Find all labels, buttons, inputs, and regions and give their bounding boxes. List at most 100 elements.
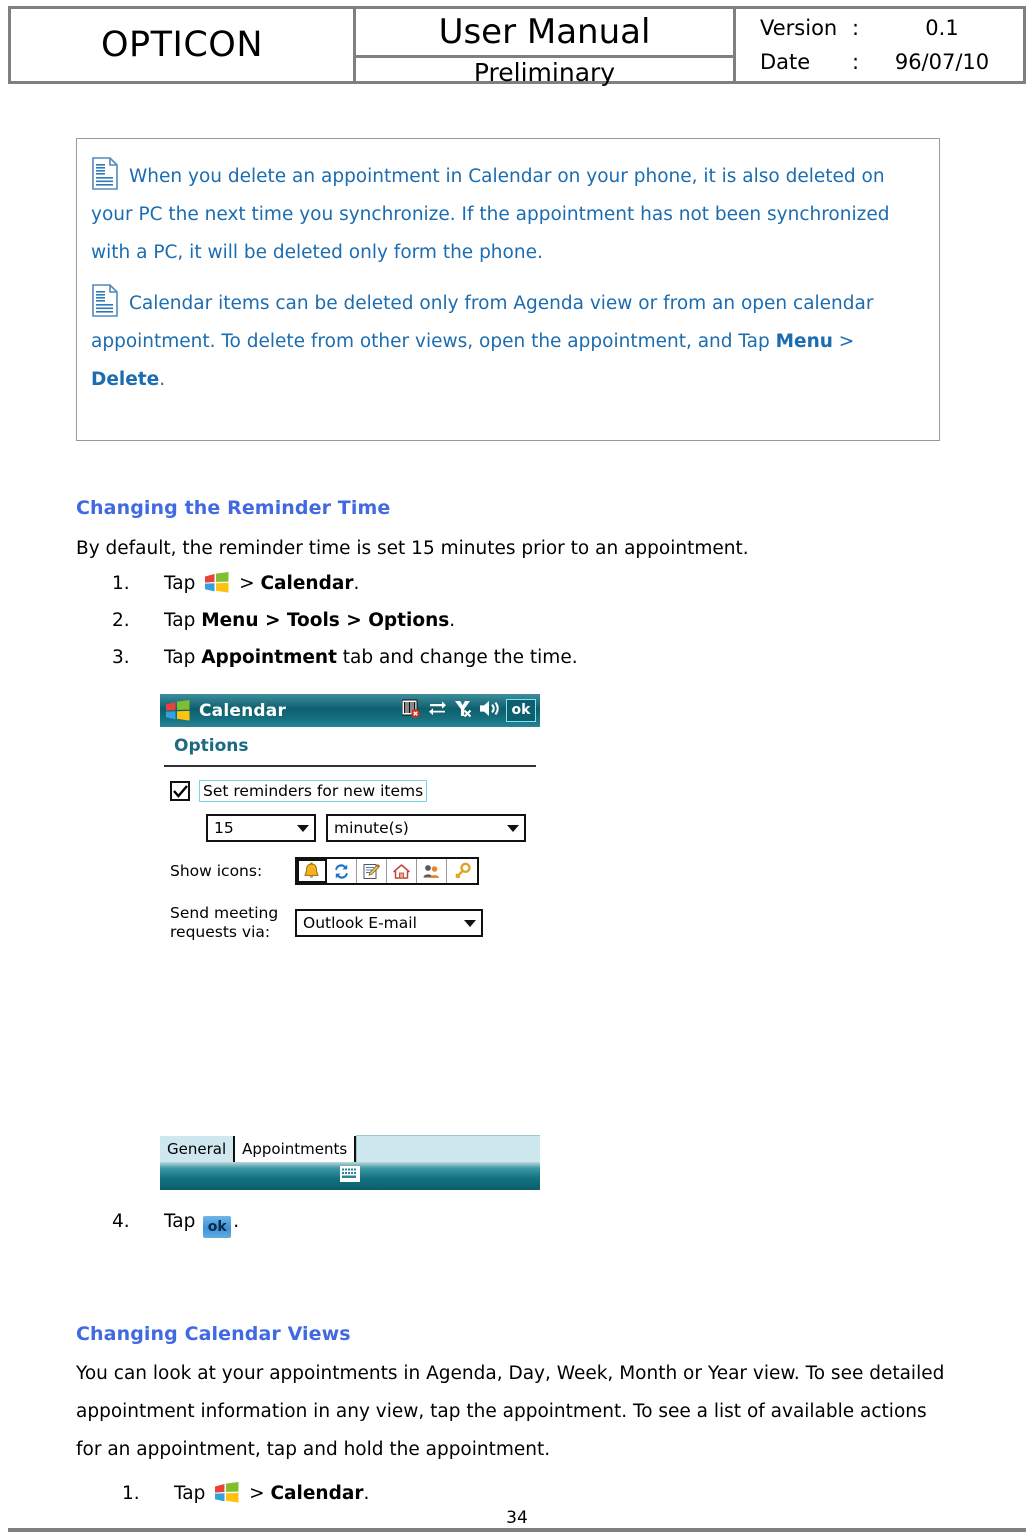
pda-soft-input-bar (160, 1162, 540, 1190)
note-paragraph-2: Calendar items can be deleted only from … (91, 284, 919, 399)
step-text: Tap Menu > Tools > Options. (164, 605, 455, 637)
list-item: 3. Tap Appointment tab and change the ti… (112, 642, 578, 674)
header-date-row: Date : 96/07/10 (760, 45, 1023, 79)
show-icons-label: Show icons: (170, 862, 263, 880)
windows-start-icon (214, 1482, 240, 1504)
pda-show-icons-row: Show icons: (170, 857, 530, 885)
step-prefix: Tap (164, 610, 202, 631)
pda-tab-bar: General Appointments (160, 1134, 540, 1162)
manual-subtitle: Preliminary (473, 58, 616, 87)
send-meeting-label-line1: Send meeting (170, 904, 279, 922)
header-logo-cell: OPTICON (11, 9, 356, 81)
people-icon[interactable] (417, 859, 447, 883)
chevron-down-icon (507, 824, 519, 832)
step-tail: . (353, 573, 360, 594)
recurrence-icon[interactable] (327, 859, 357, 883)
windows-start-icon (204, 572, 230, 594)
step-number: 1. (122, 1483, 140, 1504)
set-reminders-label: Set reminders for new items (199, 780, 428, 802)
section2-step-list: 1. Tap > Calendar. (122, 1478, 369, 1510)
pda-app-title: Calendar (199, 700, 287, 721)
note-paragraph-2-tail: . (159, 369, 166, 390)
step-text: Tap > Calendar. (174, 1478, 369, 1510)
pda-tab-filler (356, 1135, 540, 1162)
windows-start-icon[interactable] (165, 699, 191, 722)
step-prefix: Tap (164, 573, 202, 594)
version-value: 0.1 (925, 16, 959, 40)
step-tail: . (233, 1211, 240, 1232)
note-document-icon (91, 284, 119, 317)
section1-intro-text: By default, the reminder time is set 15 … (76, 538, 749, 559)
note-icon[interactable] (357, 859, 387, 883)
keyboard-sip-icon[interactable] (340, 1166, 360, 1186)
tab-appointments[interactable]: Appointments (235, 1136, 357, 1162)
no-signal-icon[interactable] (454, 700, 472, 722)
bell-icon[interactable] (297, 859, 327, 883)
connectivity-icon[interactable] (428, 700, 447, 721)
list-item: 1. Tap > Calendar. (122, 1478, 369, 1510)
step-text: Tap ok. (164, 1206, 239, 1238)
reminder-unit-dropdown[interactable]: minute(s) (326, 814, 526, 842)
send-meeting-dropdown[interactable]: Outlook E-mail (295, 909, 483, 937)
step-prefix: Tap (174, 1483, 212, 1504)
header-title-cell: User Manual Preliminary (356, 9, 736, 87)
pda-send-meeting-row: Send meeting requests via: Outlook E-mai… (170, 904, 530, 942)
reminder-amount-value: 15 (214, 819, 234, 837)
step-tail: . (363, 1483, 370, 1504)
step-number: 4. (112, 1211, 130, 1232)
date-label: Date (760, 50, 811, 74)
key-icon[interactable] (447, 859, 477, 883)
section2-body-text: You can look at your appointments in Age… (76, 1363, 945, 1460)
step-tail: . (449, 610, 456, 631)
set-reminders-checkbox[interactable] (170, 781, 190, 801)
list-item: 2. Tap Menu > Tools > Options. (112, 605, 578, 637)
tab-general[interactable]: General (160, 1136, 236, 1162)
note-menu-keyword: Menu (775, 331, 833, 352)
note-paragraph-2-lead: Calendar items can be deleted only from … (91, 293, 874, 352)
pda-screenshot-options: Calendar ok Options Set reminders for ne… (160, 694, 540, 1190)
reminder-unit-value: minute(s) (334, 819, 409, 837)
barcode-scanner-disabled-icon[interactable] (401, 699, 421, 722)
step-text: Tap Appointment tab and change the time. (164, 642, 578, 674)
section-heading-calendar-views: Changing Calendar Views (76, 1323, 351, 1345)
step-number: 1. (112, 573, 130, 594)
page-number: 34 (506, 1508, 528, 1528)
version-label: Version (760, 16, 838, 40)
pda-options-form: Set reminders for new items 15 minute(s)… (160, 767, 540, 1115)
step-keyword: Appointment (201, 647, 337, 668)
step-tail: tab and change the time. (336, 647, 578, 668)
note-callout-box: When you delete an appointment in Calend… (76, 138, 940, 441)
step-number: 3. (112, 647, 130, 668)
step-middle: > (233, 573, 261, 594)
version-colon: : (852, 16, 860, 40)
step-keyword: Calendar (260, 573, 354, 594)
date-colon: : (852, 50, 860, 74)
step-prefix: Tap (164, 647, 202, 668)
chevron-down-icon (297, 824, 309, 832)
volume-icon[interactable] (479, 700, 500, 721)
show-icons-strip (295, 857, 479, 885)
footer-divider (8, 1528, 1026, 1532)
send-meeting-value: Outlook E-mail (303, 914, 417, 932)
document-header: OPTICON User Manual Preliminary Version … (8, 6, 1026, 87)
step-middle: > (243, 1483, 271, 1504)
section1-step4-list: 4. Tap ok. (112, 1206, 239, 1238)
pda-ok-button[interactable]: ok (506, 699, 536, 722)
section1-step-list: 1. Tap > Calendar. 2. Tap Menu > Tools >… (112, 568, 578, 674)
reminder-amount-dropdown[interactable]: 15 (206, 814, 316, 842)
chevron-down-icon (464, 919, 476, 927)
manual-title: User Manual (356, 9, 733, 58)
list-item: 1. Tap > Calendar. (112, 568, 578, 600)
brand-logo-text: OPTICON (100, 25, 264, 65)
send-meeting-label-line2: requests via: (170, 923, 271, 941)
list-item: 4. Tap ok. (112, 1206, 239, 1238)
ok-button-chip[interactable]: ok (203, 1216, 232, 1238)
home-icon[interactable] (387, 859, 417, 883)
pda-reminder-checkbox-row[interactable]: Set reminders for new items (170, 780, 530, 802)
note-document-icon (91, 157, 119, 190)
step-keyword: Calendar (270, 1483, 364, 1504)
pda-reminder-value-row: 15 minute(s) (170, 814, 530, 842)
header-meta-cell: Version : 0.1 Date : 96/07/10 (736, 9, 1023, 81)
step-prefix: Tap (164, 1211, 202, 1232)
header-version-row: Version : 0.1 (760, 11, 1023, 45)
